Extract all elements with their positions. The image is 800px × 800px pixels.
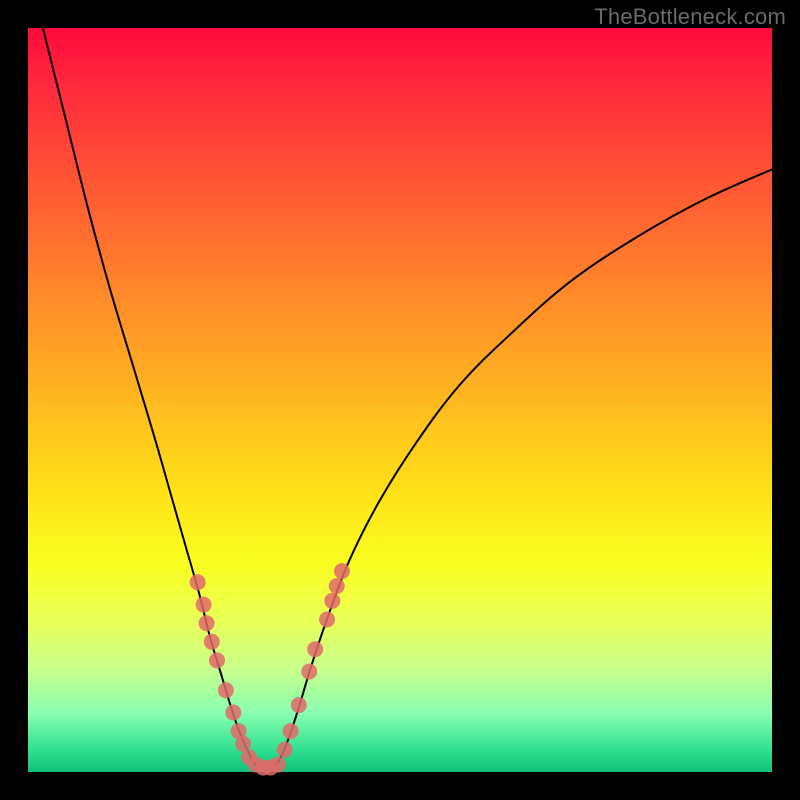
plot-area	[28, 28, 772, 772]
curve-left-curve	[43, 28, 259, 768]
marker-point	[270, 757, 286, 773]
marker-point	[291, 697, 307, 713]
marker-point	[334, 563, 350, 579]
marker-point	[225, 704, 241, 720]
chart-frame: TheBottleneck.com	[0, 0, 800, 800]
marker-point	[196, 597, 212, 613]
marker-point	[329, 578, 345, 594]
marker-point	[204, 634, 220, 650]
marker-point	[209, 652, 225, 668]
marker-point	[218, 682, 234, 698]
marker-point	[199, 615, 215, 631]
marker-point	[301, 664, 317, 680]
marker-point	[307, 641, 323, 657]
marker-point	[319, 611, 335, 627]
scatter-markers	[190, 563, 350, 775]
curve-lines	[43, 28, 772, 768]
watermark-text: TheBottleneck.com	[594, 4, 786, 30]
curve-right-curve	[274, 169, 772, 768]
marker-point	[324, 593, 340, 609]
chart-svg	[28, 28, 772, 772]
marker-point	[190, 574, 206, 590]
marker-point	[283, 723, 299, 739]
marker-point	[277, 742, 293, 758]
